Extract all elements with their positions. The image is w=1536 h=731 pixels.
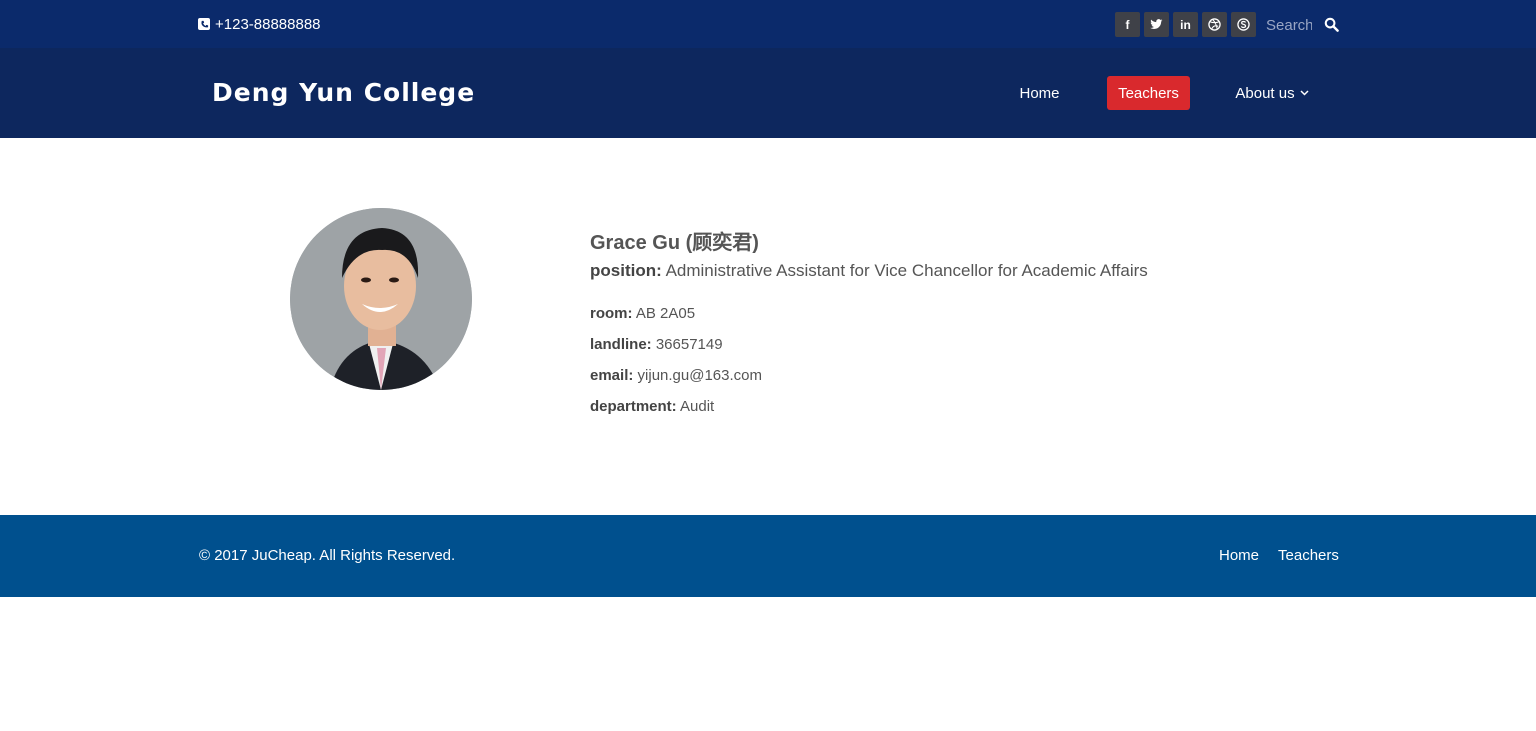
search-icon[interactable] xyxy=(1324,17,1339,32)
dribbble-icon[interactable] xyxy=(1202,12,1227,37)
detail-label: landline: xyxy=(590,336,652,353)
twitter-icon[interactable] xyxy=(1144,12,1169,37)
detail-value: AB 2A05 xyxy=(635,305,696,322)
top-bar: +123-88888888 f in xyxy=(0,0,1536,48)
detail-value: 36657149 xyxy=(655,336,723,353)
detail-value: Audit xyxy=(680,398,715,415)
footer-link-home[interactable]: Home xyxy=(1219,547,1259,564)
nav-teachers-label: Teachers xyxy=(1118,84,1179,102)
detail-label: room: xyxy=(590,305,633,322)
detail-value: yijun.gu@163.com xyxy=(637,367,762,384)
detail-room: room: AB 2A05 xyxy=(590,305,1148,322)
site-footer: © 2017 JuCheap. All Rights Reserved. Hom… xyxy=(0,515,1536,597)
footer-nav: Home Teachers xyxy=(1219,547,1339,564)
detail-label: email: xyxy=(590,367,634,384)
detail-email: email: yijun.gu@163.com xyxy=(590,367,1148,384)
phone-number: +123-88888888 xyxy=(215,15,321,33)
detail-department: department: Audit xyxy=(590,398,1148,415)
linkedin-icon[interactable]: in xyxy=(1173,12,1198,37)
nav-home[interactable]: Home xyxy=(1012,76,1067,110)
position-label: position: xyxy=(590,261,662,280)
position-row: position: Administrative Assistant for V… xyxy=(590,261,1148,281)
social-links: f in xyxy=(1115,12,1256,37)
nav-about-us[interactable]: About us xyxy=(1230,76,1314,110)
detail-landline: landline: 36657149 xyxy=(590,336,1148,353)
teacher-avatar xyxy=(290,208,472,390)
nav-about-us-label: About us xyxy=(1235,84,1295,102)
phone-icon xyxy=(198,18,210,30)
teacher-name: Grace Gu (顾奕君) xyxy=(590,232,759,254)
footer-link-teachers[interactable]: Teachers xyxy=(1278,547,1339,564)
skype-icon[interactable] xyxy=(1231,12,1256,37)
main-navbar: Deng Yun College Home Teachers About us xyxy=(0,48,1536,138)
search-input[interactable] xyxy=(1266,13,1312,37)
nav-teachers[interactable]: Teachers xyxy=(1107,76,1190,110)
teacher-profile: Grace Gu (顾奕君) position: Administrative … xyxy=(590,226,1148,415)
phone-contact: +123-88888888 xyxy=(198,15,321,33)
nav-home-label: Home xyxy=(1019,84,1060,102)
chevron-down-icon xyxy=(1300,90,1309,96)
detail-label: department: xyxy=(590,398,677,415)
copyright-text: © 2017 JuCheap. All Rights Reserved. xyxy=(199,547,456,564)
site-logo[interactable]: Deng Yun College xyxy=(212,78,475,107)
facebook-icon[interactable]: f xyxy=(1115,12,1140,37)
position-value: Administrative Assistant for Vice Chance… xyxy=(665,261,1148,280)
